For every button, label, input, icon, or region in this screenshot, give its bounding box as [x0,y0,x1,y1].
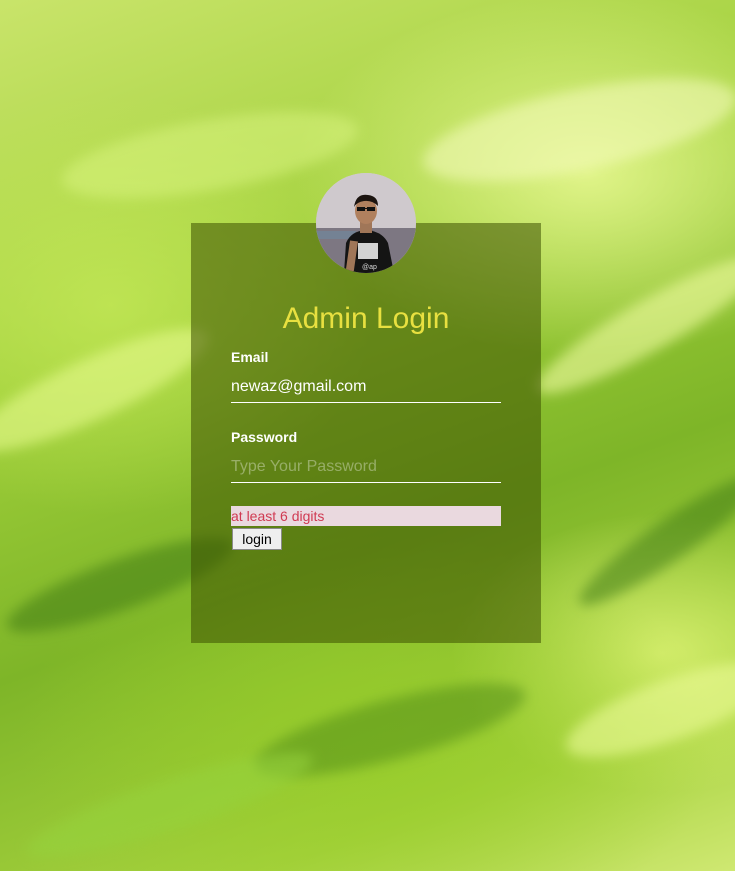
email-field[interactable] [231,372,501,403]
shirt-print: @ap [362,264,377,271]
login-button[interactable]: login [232,528,282,550]
admin-avatar: @ap [316,173,416,273]
page-title: Admin Login [282,302,450,335]
email-label: Email [231,349,269,365]
validation-error-message: at least 6 digits [231,506,501,526]
password-label: Password [231,429,298,445]
password-field[interactable] [231,452,501,483]
